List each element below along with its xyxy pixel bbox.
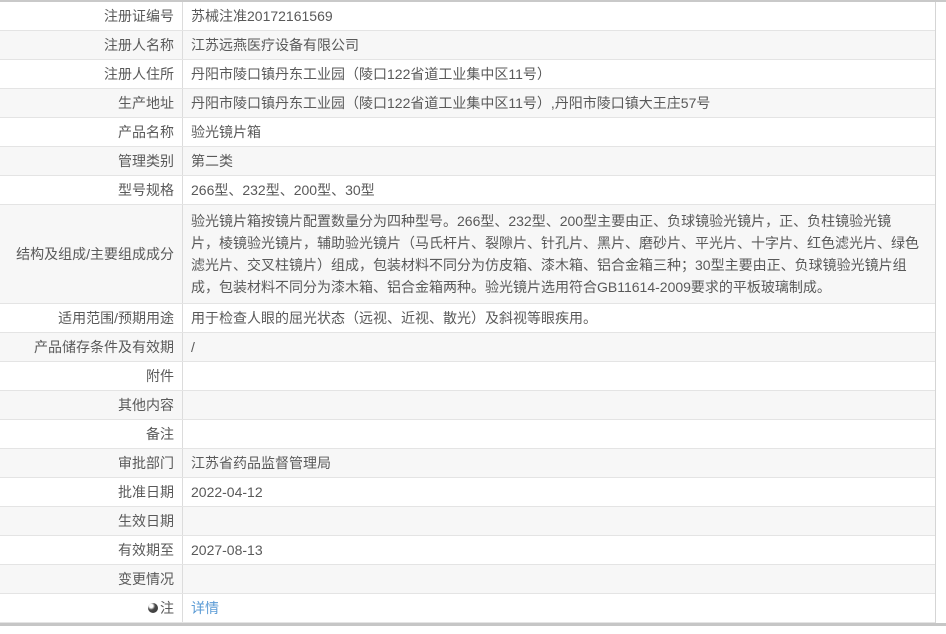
row-label-text: 审批部门: [118, 455, 174, 471]
row-label-text: 注: [160, 600, 174, 616]
row-value: [183, 362, 935, 390]
table-row: 批准日期 2022-04-12: [0, 478, 935, 507]
row-label: 附件: [0, 362, 183, 390]
table-row: 型号规格 266型、232型、200型、30型: [0, 176, 935, 205]
row-label: 审批部门: [0, 449, 183, 477]
row-label: 注: [0, 594, 183, 622]
row-value: 详情: [183, 594, 935, 622]
table-row: 其他内容: [0, 391, 935, 420]
row-label: 生效日期: [0, 507, 183, 535]
table-row: 产品储存条件及有效期 /: [0, 333, 935, 362]
row-label: 注册证编号: [0, 2, 183, 30]
row-value-text: 用于检查人眼的屈光状态（远视、近视、散光）及斜视等眼疾用。: [191, 310, 597, 326]
detail-link[interactable]: 详情: [191, 598, 219, 618]
table-row: 附件: [0, 362, 935, 391]
row-value: 验光镜片箱: [183, 118, 935, 146]
row-label-text: 有效期至: [118, 542, 174, 558]
row-value: 江苏省药品监督管理局: [183, 449, 935, 477]
row-value: /: [183, 333, 935, 361]
row-label-text: 结构及组成/主要组成成分: [16, 246, 174, 262]
row-label-text: 注册证编号: [104, 8, 174, 24]
row-label-text: 产品储存条件及有效期: [34, 339, 174, 355]
row-label-text: 生效日期: [118, 513, 174, 529]
table-row: 注 详情: [0, 594, 935, 623]
note-bullet-icon: [148, 603, 158, 613]
row-label: 产品名称: [0, 118, 183, 146]
row-value: 2022-04-12: [183, 478, 935, 506]
row-label: 注册人名称: [0, 31, 183, 59]
row-value: 丹阳市陵口镇丹东工业园（陵口122省道工业集中区11号）: [183, 60, 935, 88]
row-value-text: 验光镜片箱按镜片配置数量分为四种型号。266型、232型、200型主要由正、负球…: [191, 213, 919, 295]
row-value: [183, 420, 935, 448]
table-row: 有效期至 2027-08-13: [0, 536, 935, 565]
row-value: 用于检查人眼的屈光状态（远视、近视、散光）及斜视等眼疾用。: [183, 304, 935, 332]
row-value: 江苏远燕医疗设备有限公司: [183, 31, 935, 59]
row-value-text: 江苏远燕医疗设备有限公司: [191, 37, 359, 53]
row-label: 生产地址: [0, 89, 183, 117]
spacer: [0, 626, 946, 634]
row-value-text: 266型、232型、200型、30型: [191, 182, 375, 198]
row-label: 型号规格: [0, 176, 183, 204]
table-row: 审批部门 江苏省药品监督管理局: [0, 449, 935, 478]
row-value: 第二类: [183, 147, 935, 175]
registration-detail-page: 注册证编号 苏械注准20172161569 注册人名称 江苏远燕医疗设备有限公司 注册人…: [0, 0, 946, 634]
row-label-text: 适用范围/预期用途: [58, 310, 174, 326]
row-label: 结构及组成/主要组成成分: [0, 205, 183, 303]
row-label: 批准日期: [0, 478, 183, 506]
row-value: 2027-08-13: [183, 536, 935, 564]
table-row: 结构及组成/主要组成成分 验光镜片箱按镜片配置数量分为四种型号。266型、232型…: [0, 205, 935, 304]
row-label: 其他内容: [0, 391, 183, 419]
row-label: 变更情况: [0, 565, 183, 593]
table-row: 产品名称 验光镜片箱: [0, 118, 935, 147]
table-row: 注册证编号 苏械注准20172161569: [0, 2, 935, 31]
row-label-text: 备注: [146, 426, 174, 442]
row-label: 有效期至: [0, 536, 183, 564]
row-label: 产品储存条件及有效期: [0, 333, 183, 361]
row-label: 备注: [0, 420, 183, 448]
row-value: 丹阳市陵口镇丹东工业园（陵口122省道工业集中区11号）,丹阳市陵口镇大王庄57…: [183, 89, 935, 117]
row-value: [183, 391, 935, 419]
row-label-text: 注册人名称: [104, 37, 174, 53]
table-row: 生产地址 丹阳市陵口镇丹东工业园（陵口122省道工业集中区11号）,丹阳市陵口镇大…: [0, 89, 935, 118]
row-value-text: 第二类: [191, 153, 233, 169]
row-label-text: 批准日期: [118, 484, 174, 500]
row-value: 苏械注准20172161569: [183, 2, 935, 30]
row-value: 266型、232型、200型、30型: [183, 176, 935, 204]
row-label-text: 生产地址: [118, 95, 174, 111]
table-row: 注册人住所 丹阳市陵口镇丹东工业园（陵口122省道工业集中区11号）: [0, 60, 935, 89]
row-value: 验光镜片箱按镜片配置数量分为四种型号。266型、232型、200型主要由正、负球…: [183, 205, 935, 303]
row-value-text: /: [191, 339, 195, 355]
table-row: 变更情况: [0, 565, 935, 594]
row-label-text: 注册人住所: [104, 66, 174, 82]
row-label-text: 附件: [146, 368, 174, 384]
table-row: 注册人名称 江苏远燕医疗设备有限公司: [0, 31, 935, 60]
row-label-text: 产品名称: [118, 124, 174, 140]
row-value: [183, 507, 935, 535]
row-value-text: 江苏省药品监督管理局: [191, 455, 331, 471]
row-label: 适用范围/预期用途: [0, 304, 183, 332]
row-label: 注册人住所: [0, 60, 183, 88]
row-value-text: 验光镜片箱: [191, 124, 261, 140]
table-row: 管理类别 第二类: [0, 147, 935, 176]
row-label-text: 管理类别: [118, 153, 174, 169]
row-value: [183, 565, 935, 593]
table-row: 适用范围/预期用途 用于检查人眼的屈光状态（远视、近视、散光）及斜视等眼疾用。: [0, 304, 935, 333]
row-value-text: 2022-04-12: [191, 484, 263, 500]
row-label-text: 型号规格: [118, 182, 174, 198]
table-row: 备注: [0, 420, 935, 449]
row-label: 管理类别: [0, 147, 183, 175]
row-value-text: 丹阳市陵口镇丹东工业园（陵口122省道工业集中区11号）: [191, 66, 551, 82]
registration-table: 注册证编号 苏械注准20172161569 注册人名称 江苏远燕医疗设备有限公司 注册人…: [0, 2, 936, 623]
row-label-text: 变更情况: [118, 571, 174, 587]
row-value-text: 丹阳市陵口镇丹东工业园（陵口122省道工业集中区11号）,丹阳市陵口镇大王庄57…: [191, 95, 711, 111]
table-row: 生效日期: [0, 507, 935, 536]
row-label-text: 其他内容: [118, 397, 174, 413]
row-value-text: 苏械注准20172161569: [191, 8, 333, 24]
row-value-text: 2027-08-13: [191, 542, 263, 558]
